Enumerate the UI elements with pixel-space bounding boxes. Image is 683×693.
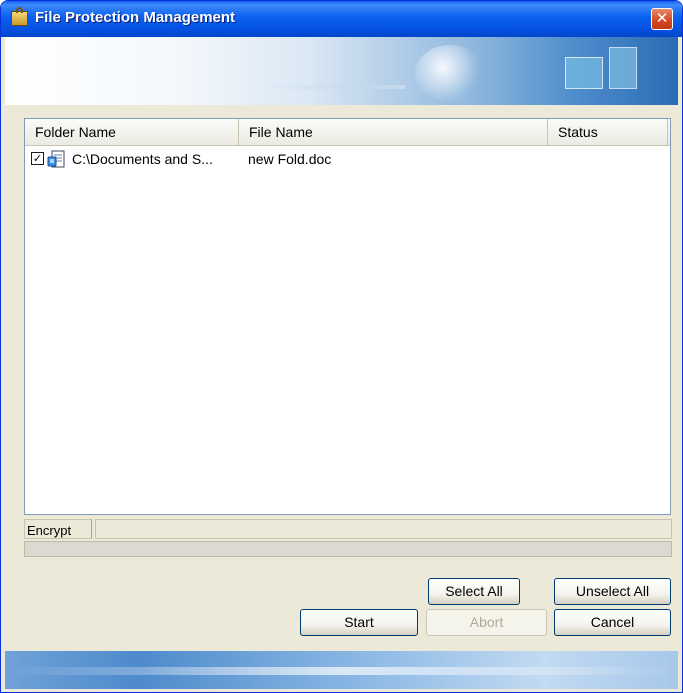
status-area: Encrypt	[24, 519, 672, 559]
footer-banner	[5, 651, 678, 689]
select-all-button[interactable]: Select All	[428, 578, 520, 605]
close-button[interactable]: ✕	[651, 8, 673, 30]
close-icon: ✕	[655, 9, 669, 27]
row-file-name: new Fold.doc	[248, 151, 332, 167]
banner-panel	[609, 47, 637, 89]
document-icon	[47, 150, 65, 168]
file-list[interactable]: Folder Name File Name Status ✓ C:\Docume…	[24, 118, 671, 515]
list-header: Folder Name File Name Status	[25, 119, 670, 146]
start-button[interactable]: Start	[300, 609, 418, 636]
progress-bar	[24, 541, 672, 557]
unselect-all-button[interactable]: Unselect All	[554, 578, 671, 605]
column-header-folder-name[interactable]: Folder Name	[25, 119, 239, 145]
window-title: File Protection Management	[35, 9, 236, 26]
banner-stripe	[255, 85, 405, 89]
banner-panel	[565, 57, 603, 89]
header-banner	[5, 37, 678, 105]
lock-folder-icon	[11, 7, 28, 26]
file-protection-window: File Protection Management ✕ Folder Name…	[0, 0, 683, 693]
row-folder-name: C:\Documents and S...	[72, 151, 213, 167]
row-checkbox[interactable]: ✓	[31, 152, 44, 165]
abort-button: Abort	[426, 609, 547, 636]
title-bar[interactable]: File Protection Management ✕	[1, 1, 682, 37]
column-header-file-name[interactable]: File Name	[239, 119, 548, 145]
operation-status-field	[95, 519, 672, 539]
column-header-status[interactable]: Status	[548, 119, 668, 145]
table-row[interactable]: ✓ C:\Documents and S... new Fold.doc	[25, 149, 670, 173]
banner-orb	[415, 45, 485, 101]
cancel-button[interactable]: Cancel	[554, 609, 671, 636]
operation-label: Encrypt	[24, 519, 92, 539]
